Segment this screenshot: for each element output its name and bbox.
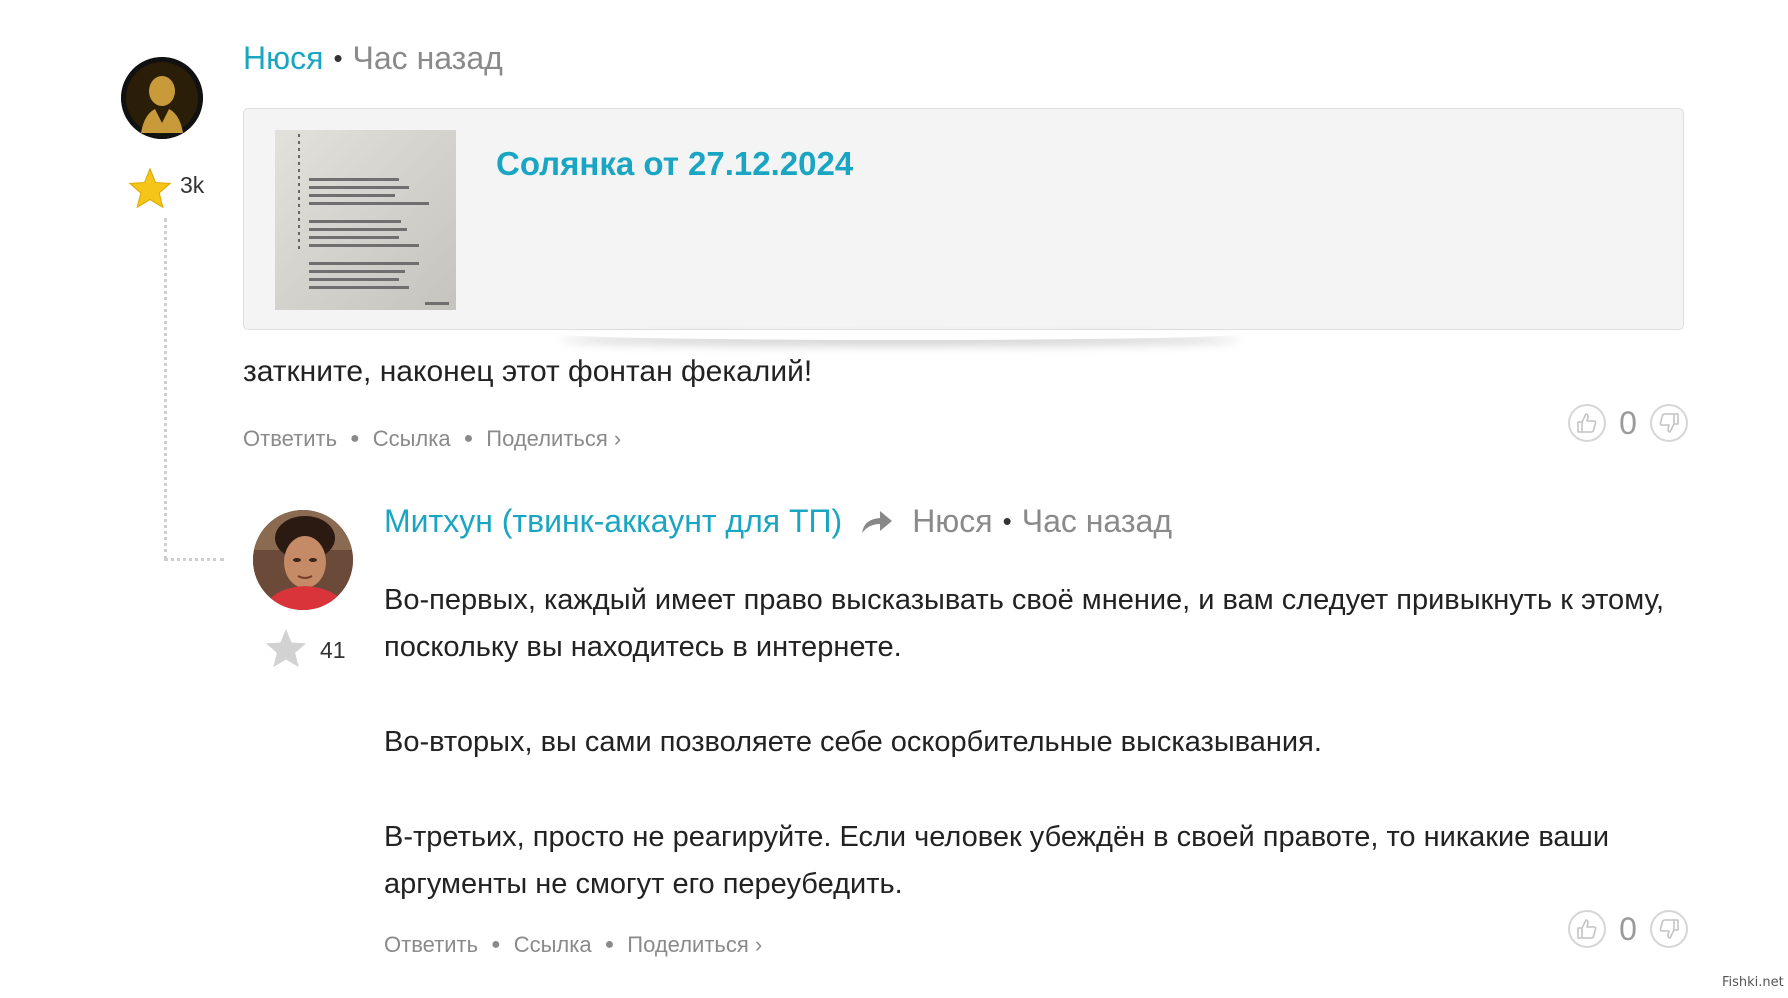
avatar-photo-icon <box>253 510 353 610</box>
permalink-link[interactable]: Ссылка <box>373 426 451 452</box>
card-shadow <box>560 328 1240 340</box>
reply-link[interactable]: Ответить <box>384 932 478 958</box>
author-name[interactable]: Митхун (твинк-аккаунт для ТП) <box>384 503 842 540</box>
separator-dot: • <box>333 43 343 73</box>
share-link[interactable]: Поделиться › <box>627 932 762 958</box>
star-icon <box>265 628 307 668</box>
user-rating: 41 <box>264 627 346 669</box>
thumb-up-button[interactable] <box>1568 404 1606 442</box>
thumb-down-button[interactable] <box>1650 910 1688 948</box>
comment-text: заткните, наконец этот фонтан фекалий! <box>243 355 813 388</box>
separator-dot: ● <box>463 430 474 447</box>
thread-line <box>164 218 167 560</box>
reply-arrow-icon <box>860 509 894 535</box>
thumb-down-button[interactable] <box>1650 404 1688 442</box>
comment-actions: Ответить ● Ссылка ● Поделиться › <box>384 932 762 958</box>
comment-time[interactable]: Час назад <box>353 40 503 77</box>
comment-paragraph: Во-первых, каждый имеет право высказыват… <box>384 584 1665 663</box>
comment-actions: Ответить ● Ссылка ● Поделиться › <box>243 426 621 452</box>
star-icon <box>128 167 172 209</box>
thumb-up-button[interactable] <box>1568 910 1606 948</box>
separator-dot: ● <box>350 430 360 447</box>
user-rating: 3k <box>128 167 204 209</box>
thumb-down-icon <box>1659 919 1679 939</box>
separator-dot: ● <box>491 936 501 953</box>
thumb-down-icon <box>1659 413 1679 433</box>
rating-value: 3k <box>180 171 205 198</box>
link-preview-card[interactable]: Солянка от 27.12.2024 <box>243 108 1684 330</box>
thread-line-branch <box>164 558 224 561</box>
document-thumbnail-image <box>275 130 456 310</box>
comment-text: Во-первых, каждый имеет право высказыват… <box>384 577 1694 908</box>
vote-controls: 0 <box>1568 404 1688 442</box>
watermark: Fishki.net <box>1722 975 1784 990</box>
separator-dot: • <box>1002 506 1012 536</box>
author-name[interactable]: Нюся <box>243 40 323 77</box>
avatar-nyusya[interactable] <box>121 57 203 139</box>
vote-count: 0 <box>1619 404 1637 441</box>
comment-header: Нюся • Час назад <box>243 40 503 77</box>
rating-value: 41 <box>320 636 346 663</box>
avatar-mithun[interactable] <box>253 510 353 610</box>
comment-time[interactable]: Час назад <box>1022 503 1172 540</box>
thumb-up-icon <box>1577 413 1597 433</box>
card-title-link[interactable]: Солянка от 27.12.2024 <box>496 145 853 183</box>
comment-paragraph: Во-вторых, вы сами позволяете себе оскор… <box>384 726 1322 758</box>
reply-to-user[interactable]: Нюся <box>912 503 992 540</box>
vote-count: 0 <box>1619 910 1637 947</box>
comment-paragraph: В-третьих, просто не реагируйте. Если че… <box>384 821 1610 900</box>
separator-dot: ● <box>604 936 615 953</box>
permalink-link[interactable]: Ссылка <box>514 932 592 958</box>
image-thumbnail[interactable] <box>275 130 456 310</box>
thumb-up-icon <box>1577 919 1597 939</box>
comment-header: Митхун (твинк-аккаунт для ТП) Нюся • Час… <box>384 503 1172 540</box>
share-link[interactable]: Поделиться › <box>486 426 621 452</box>
avatar-silhouette-icon <box>121 57 203 139</box>
reply-link[interactable]: Ответить <box>243 426 337 452</box>
vote-controls: 0 <box>1568 910 1688 948</box>
